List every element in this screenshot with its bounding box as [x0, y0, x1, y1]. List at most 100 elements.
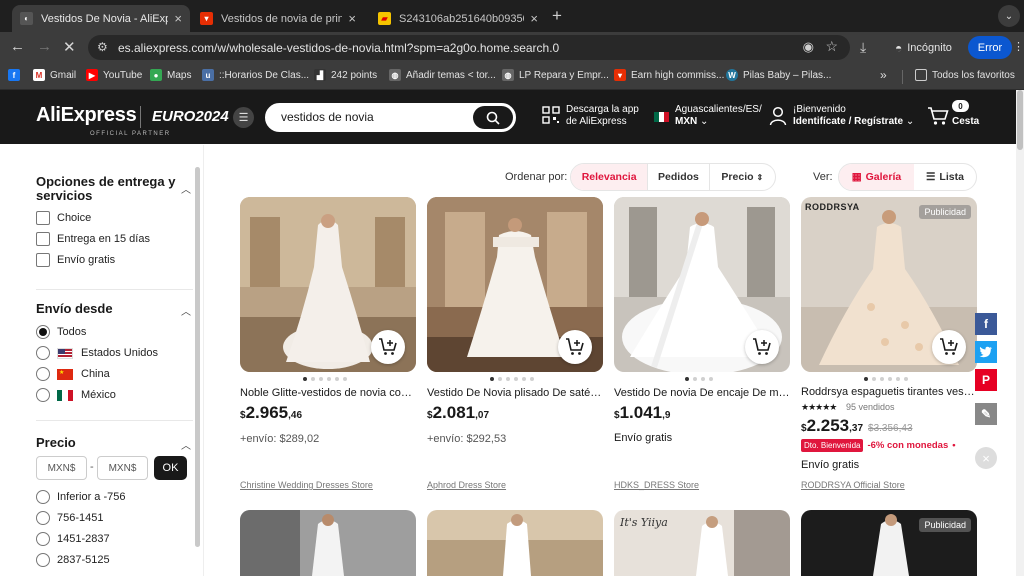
- store-link[interactable]: Aphrod Dress Store: [427, 480, 506, 490]
- image-carousel-dots[interactable]: [864, 377, 908, 381]
- account-menu[interactable]: ¡Bienvenido Identifícate / Regístrate ⌄: [793, 104, 914, 128]
- price-range-3[interactable]: 1451-2837: [36, 531, 110, 547]
- shipfrom-mexico[interactable]: México: [36, 387, 116, 403]
- incognito-profile-button[interactable]: ◓ Incógnito: [887, 36, 960, 59]
- error-button[interactable]: Error: [968, 36, 1012, 59]
- shipfrom-usa[interactable]: Estados Unidos: [36, 345, 158, 361]
- product-image[interactable]: [240, 510, 416, 576]
- product-card[interactable]: Vestido De novia De encaje De ma... $1.0…: [614, 197, 790, 497]
- checkbox[interactable]: [36, 232, 50, 246]
- close-tab-icon[interactable]: ×: [174, 11, 182, 26]
- product-card[interactable]: RODDRSYA Publicidad Roddrsya espaguetis …: [801, 197, 977, 497]
- site-info-icon[interactable]: ⚙: [97, 40, 108, 54]
- bookmark-temas[interactable]: ◍ Añadir temas < tor...: [389, 69, 496, 81]
- collapse-chevron-icon[interactable]: ︿: [181, 181, 191, 196]
- checkbox[interactable]: [36, 211, 50, 225]
- product-title[interactable]: Roddrsya espaguetis tirantes vesti...: [801, 386, 977, 398]
- view-gallery[interactable]: ▦ Galería: [839, 164, 914, 190]
- back-icon[interactable]: ←: [10, 38, 25, 55]
- sort-price[interactable]: Precio ⇕: [710, 164, 775, 190]
- bookmark-youtube[interactable]: ▶ YouTube: [86, 69, 142, 81]
- filter-15-days[interactable]: Entrega en 15 días: [36, 231, 150, 247]
- radio[interactable]: [36, 553, 50, 567]
- bookmark-maps[interactable]: ● Maps: [150, 69, 191, 81]
- bookmark-horarios[interactable]: u::Horarios De Clas...: [202, 69, 309, 81]
- cart-icon[interactable]: [927, 106, 949, 126]
- product-card[interactable]: Vestido De Novia plisado De satén... $2.…: [427, 197, 603, 497]
- facebook-share-icon[interactable]: f: [975, 313, 997, 335]
- bookmark-facebook[interactable]: f: [8, 69, 25, 81]
- browser-menu-icon[interactable]: ⋮: [1013, 40, 1024, 53]
- bookmark-earn[interactable]: ▾ Earn high commiss...: [614, 69, 724, 81]
- price-max-input[interactable]: MXN$: [97, 456, 148, 480]
- add-to-cart-button[interactable]: [745, 330, 779, 364]
- bookmark-points[interactable]: ▟ 242 points: [314, 69, 377, 81]
- radio-selected[interactable]: [36, 325, 50, 339]
- radio[interactable]: [36, 346, 50, 360]
- filter-free-shipping[interactable]: Envío gratis: [36, 252, 115, 268]
- filter-choice[interactable]: Choice: [36, 210, 91, 226]
- price-ok-button[interactable]: OK: [154, 456, 187, 480]
- add-to-cart-button[interactable]: [932, 330, 966, 364]
- add-to-cart-button[interactable]: [558, 330, 592, 364]
- bookmark-pilas[interactable]: W Pilas Baby – Pilas...: [726, 69, 831, 81]
- bookmark-star-icon[interactable]: ☆: [825, 38, 838, 55]
- twitter-share-icon[interactable]: [975, 341, 997, 363]
- bookmark-lp-repara[interactable]: ◍ LP Repara y Empr...: [502, 69, 609, 81]
- product-image[interactable]: [427, 510, 603, 576]
- store-link[interactable]: HDKS_DRESS Store: [614, 480, 699, 490]
- address-bar[interactable]: ⚙ es.aliexpress.com/w/wholesale-vestidos…: [88, 35, 850, 60]
- radio[interactable]: [36, 367, 50, 381]
- region-selector[interactable]: Aguascalientes/ES/ MXN ⌄: [675, 104, 762, 128]
- browser-tab-3[interactable]: ▰ S243106ab251640b093508b ×: [370, 5, 546, 32]
- store-link[interactable]: RODDRSYA Official Store: [801, 480, 905, 490]
- sidebar-scrollbar[interactable]: [195, 167, 200, 547]
- radio[interactable]: [36, 490, 50, 504]
- forward-icon[interactable]: →: [37, 38, 52, 55]
- image-carousel-dots[interactable]: [685, 377, 713, 381]
- collapse-chevron-icon[interactable]: ︿: [181, 303, 191, 318]
- browser-tab-1[interactable]: ◐ Vestidos De Novia - AliExpress ×: [12, 5, 190, 32]
- store-link[interactable]: Christine Wedding Dresses Store: [240, 480, 373, 490]
- stop-loading-icon[interactable]: ✕: [63, 38, 76, 56]
- search-button[interactable]: [473, 106, 513, 129]
- radio[interactable]: [36, 532, 50, 546]
- price-range-1[interactable]: Inferior a -756: [36, 489, 125, 505]
- download-app-link[interactable]: Descarga la app de AliExpress: [566, 104, 639, 128]
- checkbox[interactable]: [36, 253, 50, 267]
- page-scrollbar[interactable]: [1016, 90, 1024, 576]
- more-bookmarks-icon[interactable]: »: [880, 68, 887, 82]
- close-share-bar-icon[interactable]: ×: [975, 447, 997, 469]
- new-tab-icon[interactable]: +: [552, 6, 562, 26]
- all-bookmarks[interactable]: Todos los favoritos: [915, 69, 1015, 81]
- image-carousel-dots[interactable]: [490, 377, 534, 381]
- price-min-input[interactable]: MXN$: [36, 456, 87, 480]
- product-title[interactable]: Vestido De novia De encaje De ma...: [614, 387, 790, 399]
- cart-label[interactable]: Cesta: [952, 116, 979, 128]
- sort-relevance[interactable]: Relevancia: [571, 164, 649, 190]
- bookmark-gmail[interactable]: M Gmail: [33, 69, 76, 81]
- price-range-2[interactable]: 756-1451: [36, 510, 104, 526]
- product-card[interactable]: It's Yiiya: [614, 510, 790, 576]
- image-carousel-dots[interactable]: [303, 377, 347, 381]
- pinterest-share-icon[interactable]: P: [975, 369, 997, 391]
- radio[interactable]: [36, 388, 50, 402]
- product-card[interactable]: [427, 510, 603, 576]
- product-title[interactable]: Vestido De Novia plisado De satén...: [427, 387, 603, 399]
- product-card[interactable]: Publicidad: [801, 510, 977, 576]
- shipfrom-china[interactable]: ★ China: [36, 366, 110, 382]
- add-to-cart-button[interactable]: [371, 330, 405, 364]
- price-range-4[interactable]: 2837-5125: [36, 552, 110, 568]
- radio[interactable]: [36, 511, 50, 525]
- view-list[interactable]: ☰ Lista: [914, 164, 976, 190]
- sort-orders[interactable]: Pedidos: [648, 164, 710, 190]
- download-icon[interactable]: ⤓: [860, 39, 866, 56]
- aliexpress-logo[interactable]: AliExpress: [36, 104, 137, 127]
- tab-search-icon[interactable]: ⌄: [998, 5, 1020, 27]
- edit-pencil-icon[interactable]: ✎: [975, 403, 997, 425]
- product-title[interactable]: Noble Glitte-vestidos de novia con...: [240, 387, 416, 399]
- categories-menu-icon[interactable]: ☰: [233, 107, 254, 128]
- collapse-chevron-icon[interactable]: ︿: [181, 437, 191, 452]
- browser-tab-2[interactable]: ▾ Vestidos de novia de princesa ×: [192, 5, 364, 32]
- close-tab-icon[interactable]: ×: [530, 11, 538, 26]
